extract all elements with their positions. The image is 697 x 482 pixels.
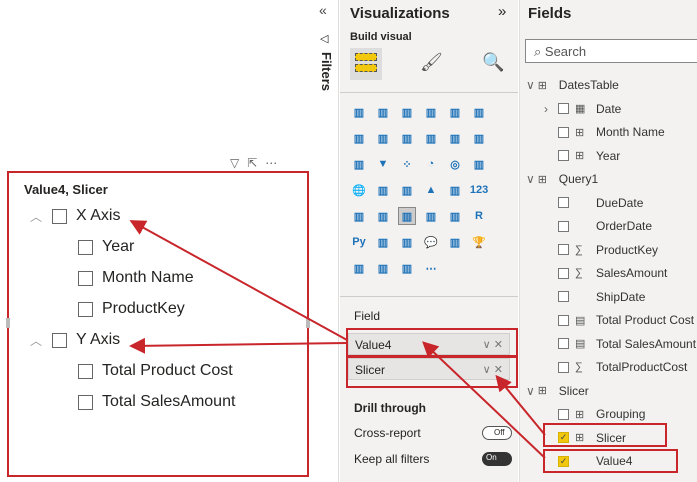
annotation-arrows	[129, 220, 546, 459]
arrow	[495, 374, 546, 436]
arrow	[422, 341, 546, 459]
arrow	[129, 220, 348, 341]
arrow	[129, 337, 348, 354]
